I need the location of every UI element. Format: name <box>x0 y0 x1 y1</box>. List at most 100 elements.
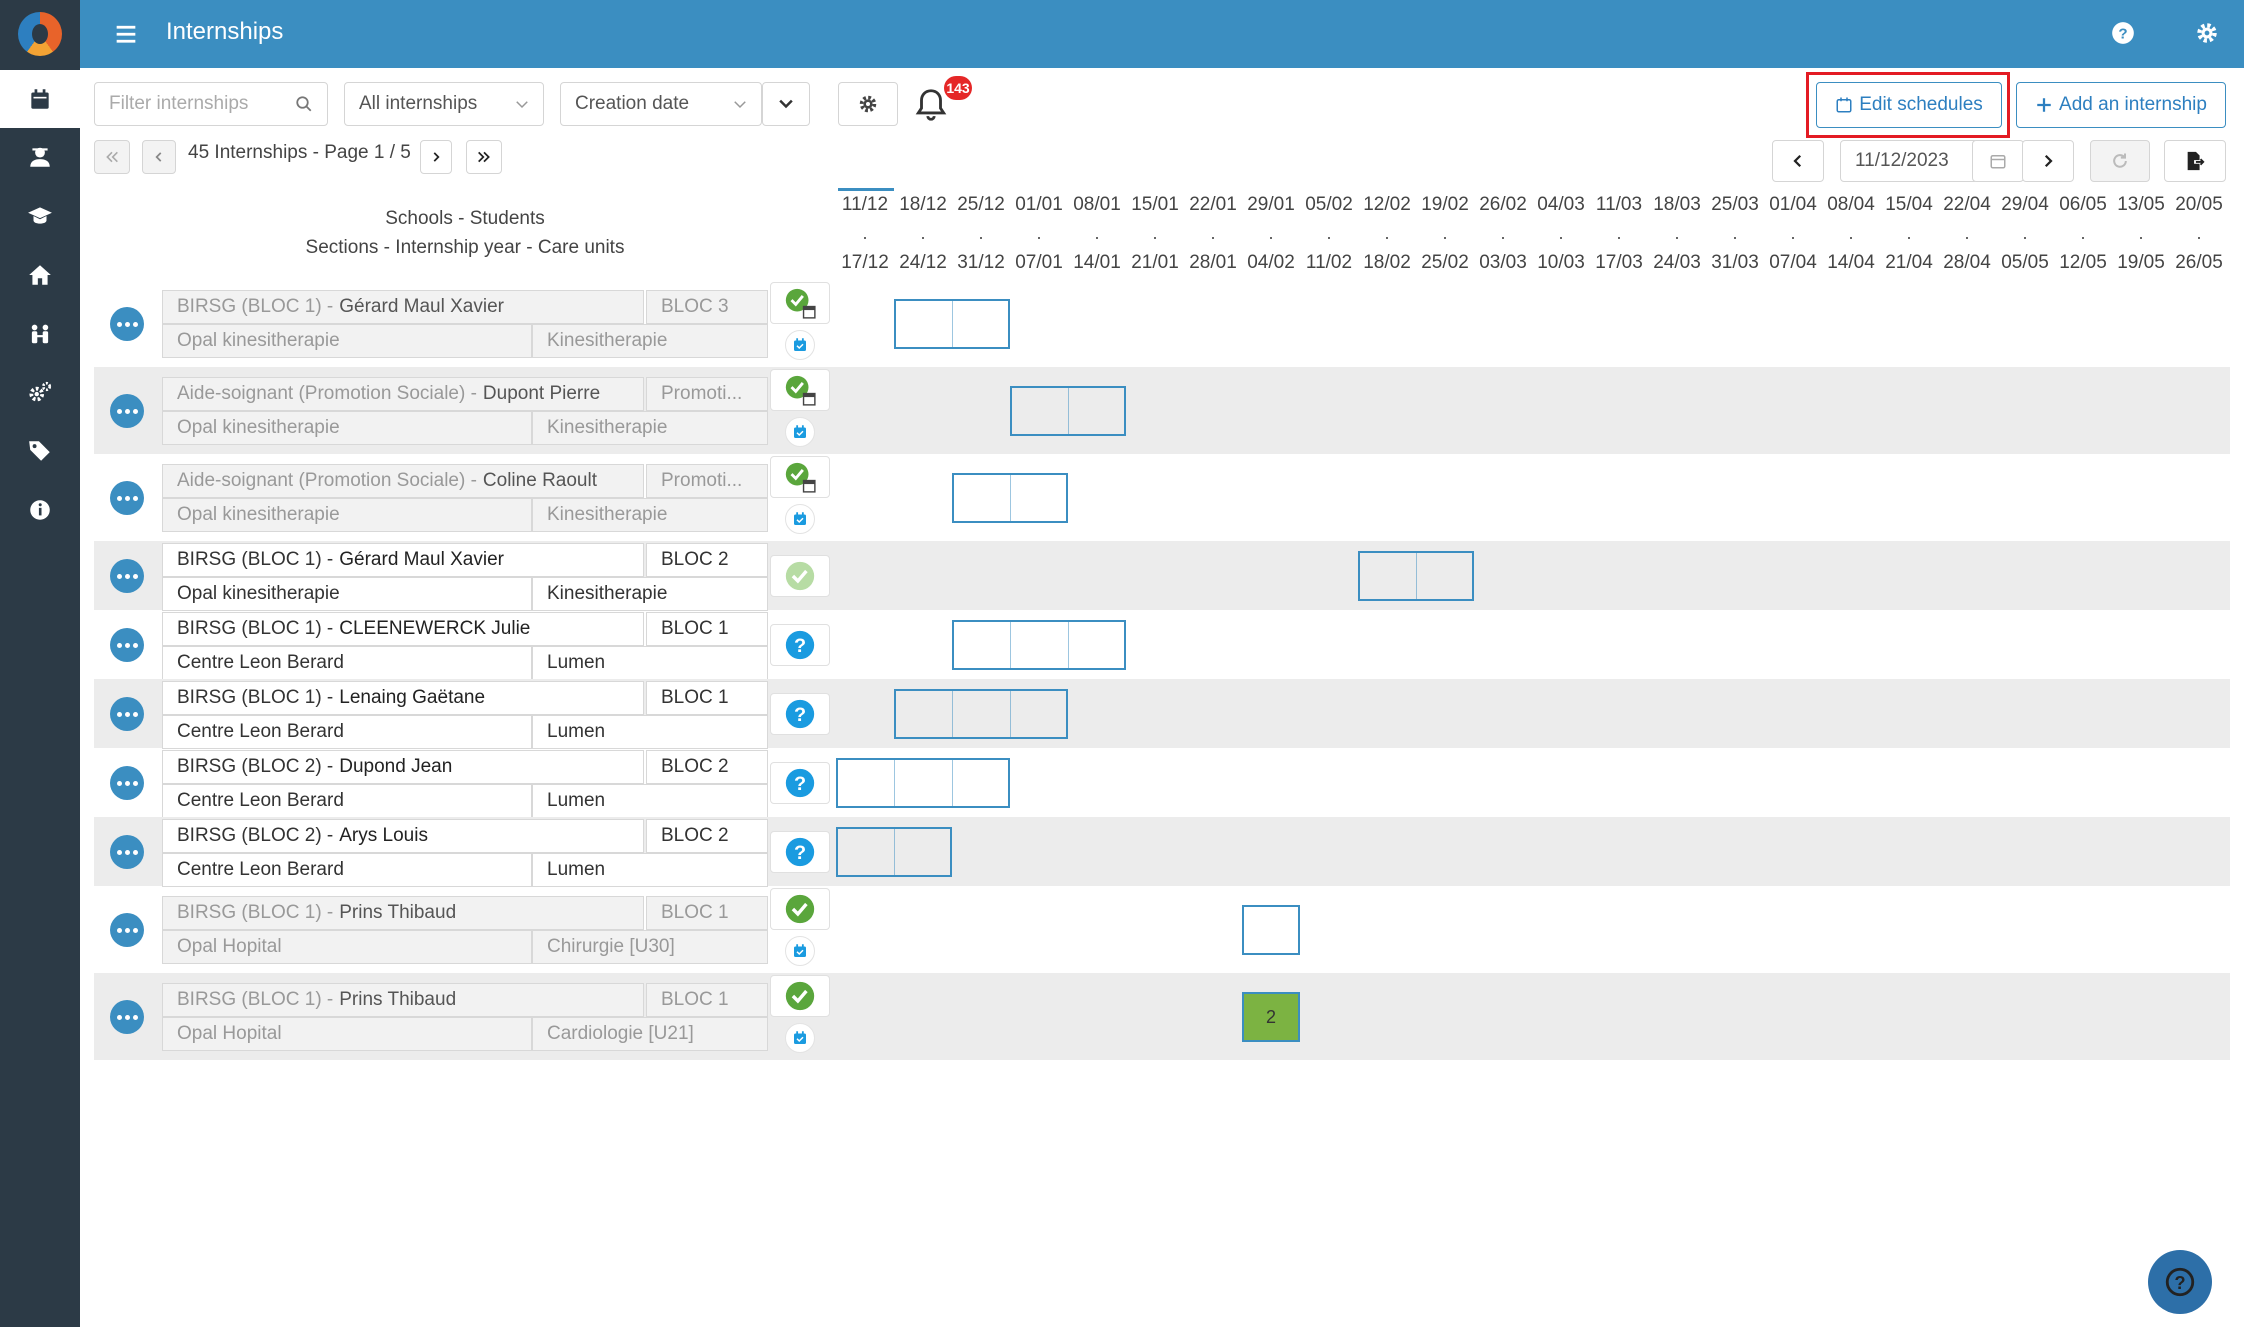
add-internship-button[interactable]: Add an internship <box>2016 82 2226 128</box>
school-student-cell[interactable]: BIRSG (BLOC 1) - Prins Thibaud <box>162 983 644 1017</box>
app-logo[interactable] <box>18 12 62 56</box>
status-badge[interactable] <box>770 975 830 1017</box>
next-page-button[interactable] <box>420 140 452 174</box>
internship-period-bar[interactable] <box>836 827 952 877</box>
week-start-label: 11/12 <box>841 194 889 215</box>
search-icon[interactable] <box>295 95 313 113</box>
row-actions-button[interactable] <box>110 697 144 731</box>
status-badge[interactable] <box>770 555 830 597</box>
sidebar-item-student[interactable] <box>0 128 80 186</box>
schedule-button[interactable] <box>785 1023 815 1053</box>
school-student-cell[interactable]: BIRSG (BLOC 1) - Prins Thibaud <box>162 896 644 930</box>
internship-period-bar[interactable] <box>952 473 1068 523</box>
care-unit-name: Kinesitherapie <box>547 504 668 525</box>
week-separator <box>1154 237 1156 239</box>
week-separator <box>1502 237 1504 239</box>
row-actions-button[interactable] <box>110 766 144 800</box>
row-actions-button[interactable] <box>110 835 144 869</box>
status-badge[interactable] <box>770 888 830 930</box>
table-row: BIRSG (BLOC 2) - Arys Louis BLOC 2 Centre L… <box>94 817 2230 887</box>
section-name: Opal kinesitherapie <box>177 583 340 604</box>
help-icon[interactable]: ? <box>2110 20 2136 46</box>
row-actions-button[interactable] <box>110 307 144 341</box>
chevron-down-icon <box>779 99 793 109</box>
sidebar-item-home[interactable] <box>0 246 80 304</box>
refresh-button[interactable] <box>2090 140 2150 182</box>
row-actions-button[interactable] <box>110 913 144 947</box>
week-start-label: 08/04 <box>1827 194 1875 215</box>
school-student-cell[interactable]: BIRSG (BLOC 2) - Dupond Jean <box>162 750 644 784</box>
week-divider <box>1068 388 1069 434</box>
school-student-cell[interactable]: Aide-soignant (Promotion Sociale) - Dupon… <box>162 377 644 411</box>
sidebar-item-info[interactable] <box>0 481 80 539</box>
start-date-input[interactable]: 11/12/2023 <box>1840 140 1978 182</box>
grid-header-line1: Schools - Students <box>385 208 545 229</box>
table-row: BIRSG (BLOC 1) - Gérard Maul Xavier BLOC 3… <box>94 280 2230 367</box>
week-separator <box>1328 237 1330 239</box>
sidebar-item-people[interactable] <box>0 305 80 363</box>
previous-period-button[interactable] <box>1772 140 1824 182</box>
previous-page-button[interactable] <box>142 140 176 174</box>
sidebar-item-calendar[interactable] <box>0 70 80 128</box>
week-end-label: 28/04 <box>1943 252 1991 273</box>
week-divider <box>1010 622 1011 668</box>
sort-direction-button[interactable] <box>762 82 810 126</box>
care-unit-name: Kinesitherapie <box>547 583 668 604</box>
sidebar-item-settings-cogs[interactable] <box>0 364 80 422</box>
status-badge[interactable]: ? <box>770 693 830 735</box>
row-actions-button[interactable] <box>110 481 144 515</box>
section-cell: Centre Leon Berard <box>162 784 532 818</box>
row-actions-button[interactable] <box>110 628 144 662</box>
school-student-cell[interactable]: BIRSG (BLOC 2) - Arys Louis <box>162 819 644 853</box>
school-student-cell[interactable]: BIRSG (BLOC 1) - Lenaing Gaëtane <box>162 681 644 715</box>
hamburger-menu-icon[interactable] <box>112 20 140 48</box>
school-name: BIRSG (BLOC 2) - <box>177 756 334 777</box>
sidebar-item-tags[interactable] <box>0 422 80 480</box>
export-button[interactable] <box>2164 140 2226 182</box>
schedule-button[interactable] <box>785 330 815 360</box>
row-actions-button[interactable] <box>110 1000 144 1034</box>
status-badge[interactable]: ? <box>770 762 830 804</box>
student-name: Dupond Jean <box>339 756 453 777</box>
next-period-button[interactable] <box>2022 140 2074 182</box>
internship-period-bar[interactable] <box>836 758 1010 808</box>
internship-period-bar[interactable] <box>1242 905 1300 955</box>
week-separator <box>1734 237 1736 239</box>
schedule-button[interactable] <box>785 936 815 966</box>
sidebar-item-graduation-cap[interactable] <box>0 187 80 245</box>
schedule-button[interactable] <box>785 417 815 447</box>
status-badge[interactable]: ? <box>770 831 830 873</box>
week-separator <box>1270 237 1272 239</box>
status-validated-icon <box>785 981 815 1011</box>
settings-gear-icon[interactable] <box>2194 20 2220 46</box>
school-student-cell[interactable]: BIRSG (BLOC 1) - Gérard Maul Xavier <box>162 543 644 577</box>
status-badge[interactable]: ? <box>770 624 830 666</box>
edit-schedules-button[interactable]: Edit schedules <box>1816 82 2002 128</box>
status-badge[interactable] <box>770 282 830 324</box>
view-settings-button[interactable] <box>838 82 898 126</box>
week-end-label: 25/02 <box>1421 252 1469 273</box>
status-badge[interactable] <box>770 369 830 411</box>
school-student-cell[interactable]: BIRSG (BLOC 1) - CLEENEWERCK Julie <box>162 612 644 646</box>
filter-internships-input[interactable] <box>109 93 289 115</box>
sort-select[interactable]: Creation date <box>560 82 762 126</box>
internship-period-bar[interactable] <box>894 299 1010 349</box>
school-student-cell[interactable]: Aide-soignant (Promotion Sociale) - Colin… <box>162 464 644 498</box>
internship-period-bar[interactable] <box>1358 551 1474 601</box>
school-student-cell[interactable]: BIRSG (BLOC 1) - Gérard Maul Xavier <box>162 290 644 324</box>
schedule-button[interactable] <box>785 504 815 534</box>
row-actions-button[interactable] <box>110 394 144 428</box>
internship-period-bar[interactable] <box>1010 386 1126 436</box>
internship-type-select[interactable]: All internships <box>344 82 544 126</box>
first-page-button[interactable] <box>94 140 130 174</box>
internship-period-bar[interactable] <box>894 689 1068 739</box>
internship-period-bar[interactable]: 2 <box>1242 992 1300 1042</box>
date-picker-button[interactable] <box>1972 140 2024 182</box>
internship-year: BLOC 2 <box>661 756 729 777</box>
status-badge[interactable] <box>770 456 830 498</box>
row-actions-button[interactable] <box>110 559 144 593</box>
last-page-button[interactable] <box>466 140 502 174</box>
settings-cogs-icon <box>29 381 52 402</box>
help-chat-button[interactable]: ? <box>2148 1250 2212 1314</box>
internship-period-bar[interactable] <box>952 620 1126 670</box>
